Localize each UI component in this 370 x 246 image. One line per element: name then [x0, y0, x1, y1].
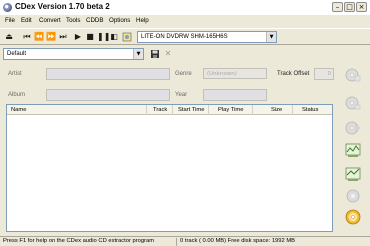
skip-forward-icon[interactable]: ⏭	[58, 32, 68, 42]
title-bar: CDex Version 1.70 beta 2 – □ ×	[0, 0, 370, 15]
close-button[interactable]: ×	[356, 2, 367, 12]
menu-cddb[interactable]: CDDB	[86, 17, 104, 24]
track-list-header: Name Track Start Time Play Time Size Sta…	[7, 105, 332, 115]
minimize-button[interactable]: –	[332, 2, 343, 12]
artist-field[interactable]	[46, 68, 170, 80]
eject-icon[interactable]: ⏏	[4, 32, 14, 42]
menu-help[interactable]: Help	[136, 17, 149, 24]
record-icon[interactable]	[345, 188, 361, 204]
year-label: Year	[175, 92, 188, 98]
wav-to-mp3-icon[interactable]	[345, 142, 361, 158]
column-status[interactable]: Status	[293, 105, 332, 115]
track-offset-label: Track Offset	[277, 71, 310, 77]
genre-select[interactable]: (Unknown)	[203, 68, 267, 79]
window-title: CDex Version 1.70 beta 2	[15, 2, 110, 11]
track-offset-value: 0	[327, 71, 332, 77]
cd-info-icon[interactable]	[122, 32, 132, 42]
extract-partial-icon[interactable]	[345, 120, 361, 136]
status-help-text: Press F1 for help on the CDex audio CD e…	[3, 238, 155, 244]
profile-select[interactable]: Default ▼	[3, 48, 144, 60]
status-divider	[176, 238, 177, 246]
rewind-icon[interactable]: ⏪	[34, 32, 44, 42]
chevron-down-icon[interactable]: ▼	[133, 49, 143, 59]
genre-select-value: (Unknown)	[207, 71, 237, 77]
pause-icon[interactable]: ❚❚	[97, 32, 110, 42]
year-field[interactable]	[203, 89, 267, 101]
save-profile-icon[interactable]	[150, 49, 160, 59]
column-start-time[interactable]: Start Time	[173, 105, 209, 115]
chevron-down-icon[interactable]: ▼	[266, 32, 276, 42]
toolbar: ⏏ ⏮ ⏪ ⏩ ⏭ ▶ ■ ❚❚ ◧ LITE-ON DVDRW SHM-165…	[0, 28, 370, 45]
maximize-button[interactable]: □	[344, 2, 355, 12]
convert-files-icon[interactable]	[345, 166, 361, 182]
play-icon[interactable]: ▶	[73, 32, 83, 42]
track-offset-field[interactable]: 0	[314, 68, 334, 80]
column-name[interactable]: Name	[7, 105, 147, 115]
track-list[interactable]: Name Track Start Time Play Time Size Sta…	[6, 104, 333, 232]
album-label: Album	[8, 92, 26, 98]
extract-to-wav-icon[interactable]	[345, 67, 361, 83]
profile-select-value: Default	[7, 51, 27, 57]
stop-icon[interactable]: ■	[85, 32, 95, 42]
artist-label: Artist	[8, 71, 22, 77]
app-icon	[3, 3, 12, 12]
status-disk-info: 0 track ( 0.00 MB) Free disk space: 1992…	[180, 238, 296, 244]
menu-tools[interactable]: Tools	[66, 17, 80, 24]
drive-select[interactable]: LITE-ON DVDRW SHM-165H6S ▼	[137, 31, 277, 43]
profile-bar: Default ▼ ✕	[0, 47, 370, 61]
menu-options[interactable]: Options	[109, 17, 130, 24]
extract-to-mp3-icon[interactable]	[345, 95, 361, 111]
drive-select-value: LITE-ON DVDRW SHM-165H6S	[141, 34, 228, 40]
delete-profile-icon[interactable]: ✕	[163, 49, 173, 59]
genre-label: Genre	[175, 71, 192, 77]
column-track[interactable]: Track	[147, 105, 173, 115]
cdex-window: CDex Version 1.70 beta 2 – □ × File Edit…	[0, 0, 370, 246]
status-bar: Press F1 for help on the CDex audio CD e…	[0, 236, 370, 246]
menu-edit[interactable]: Edit	[21, 17, 32, 24]
fast-forward-icon[interactable]: ⏩	[46, 32, 56, 42]
menu-bar: File Edit Convert Tools CDDB Options Hel…	[0, 16, 370, 26]
cd-player-icon[interactable]	[345, 209, 361, 225]
menu-file[interactable]: File	[5, 17, 15, 24]
volume-icon[interactable]: ◧	[109, 32, 119, 42]
menu-convert[interactable]: Convert	[39, 17, 61, 24]
skip-back-icon[interactable]: ⏮	[22, 32, 32, 42]
album-field[interactable]	[46, 89, 170, 101]
column-size[interactable]: Size	[253, 105, 293, 115]
column-play-time[interactable]: Play Time	[209, 105, 253, 115]
